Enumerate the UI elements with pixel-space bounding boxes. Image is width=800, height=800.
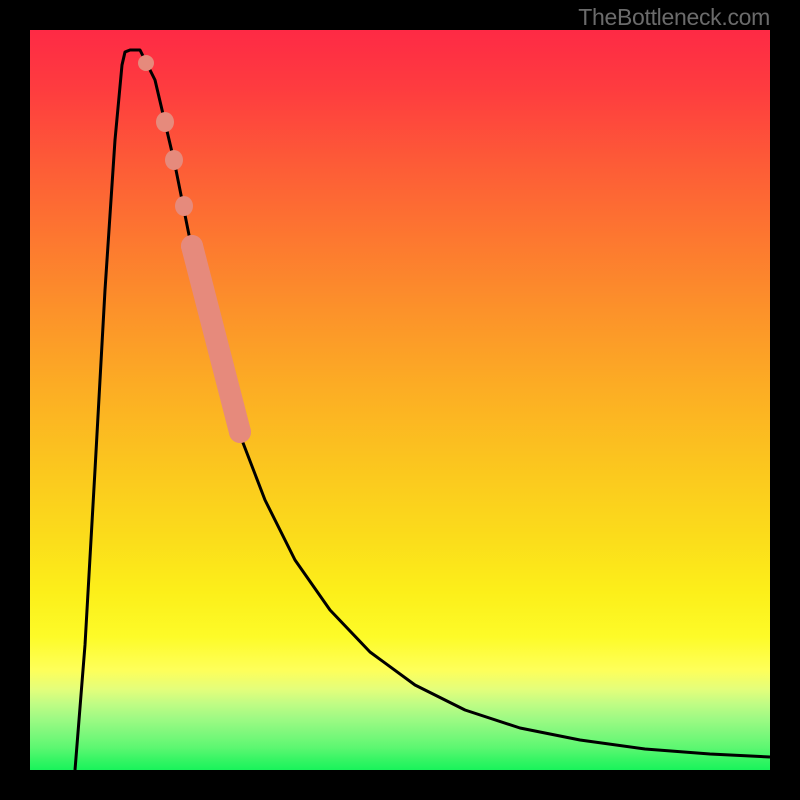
marker-4 <box>175 196 193 216</box>
marker-1 <box>138 55 154 71</box>
segment-start <box>181 235 203 257</box>
chart-plot <box>30 30 770 770</box>
highlight-segment <box>192 246 240 432</box>
segment-end <box>229 421 251 443</box>
watermark-text: TheBottleneck.com <box>578 4 770 31</box>
marker-2 <box>156 112 174 132</box>
marker-3 <box>165 150 183 170</box>
